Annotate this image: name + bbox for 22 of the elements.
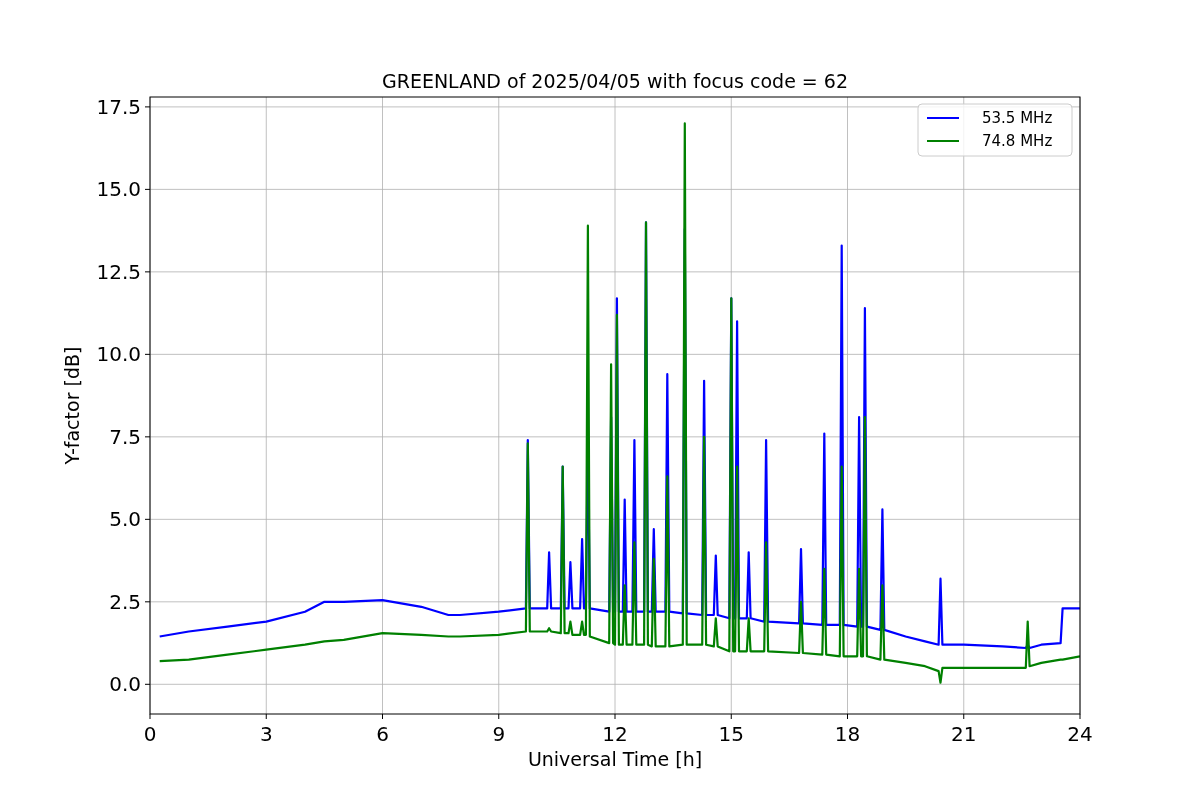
legend-label: 53.5 MHz <box>982 109 1053 127</box>
y-tick-label: 0.0 <box>109 672 141 697</box>
y-axis-label: Y-factor [dB] <box>61 346 83 465</box>
x-tick-label: 9 <box>492 722 506 746</box>
x-tick-label: 0 <box>143 722 157 746</box>
y-tick-label: 7.5 <box>109 424 141 449</box>
x-tick-label: 3 <box>259 722 273 746</box>
x-tick-label: 18 <box>834 722 861 746</box>
x-tick-label: 15 <box>718 722 744 746</box>
legend-label: 74.8 MHz <box>982 132 1053 150</box>
y-tick-label: 5.0 <box>109 507 141 532</box>
y-tick-label: 10.0 <box>96 342 141 367</box>
x-tick-label: 21 <box>951 722 977 746</box>
x-tick-label: 24 <box>1067 722 1093 746</box>
x-tick-label: 12 <box>602 722 628 746</box>
y-tick-label: 15.0 <box>96 177 141 202</box>
x-axis-label: Universal Time [h] <box>527 748 703 770</box>
y-tick-label: 17.5 <box>96 94 141 119</box>
chart-title: GREENLAND of 2025/04/05 with focus code = 62 <box>382 70 848 92</box>
x-tick-label: 6 <box>376 722 389 746</box>
y-tick-label: 2.5 <box>109 589 141 614</box>
y-tick-label: 12.5 <box>96 259 141 284</box>
